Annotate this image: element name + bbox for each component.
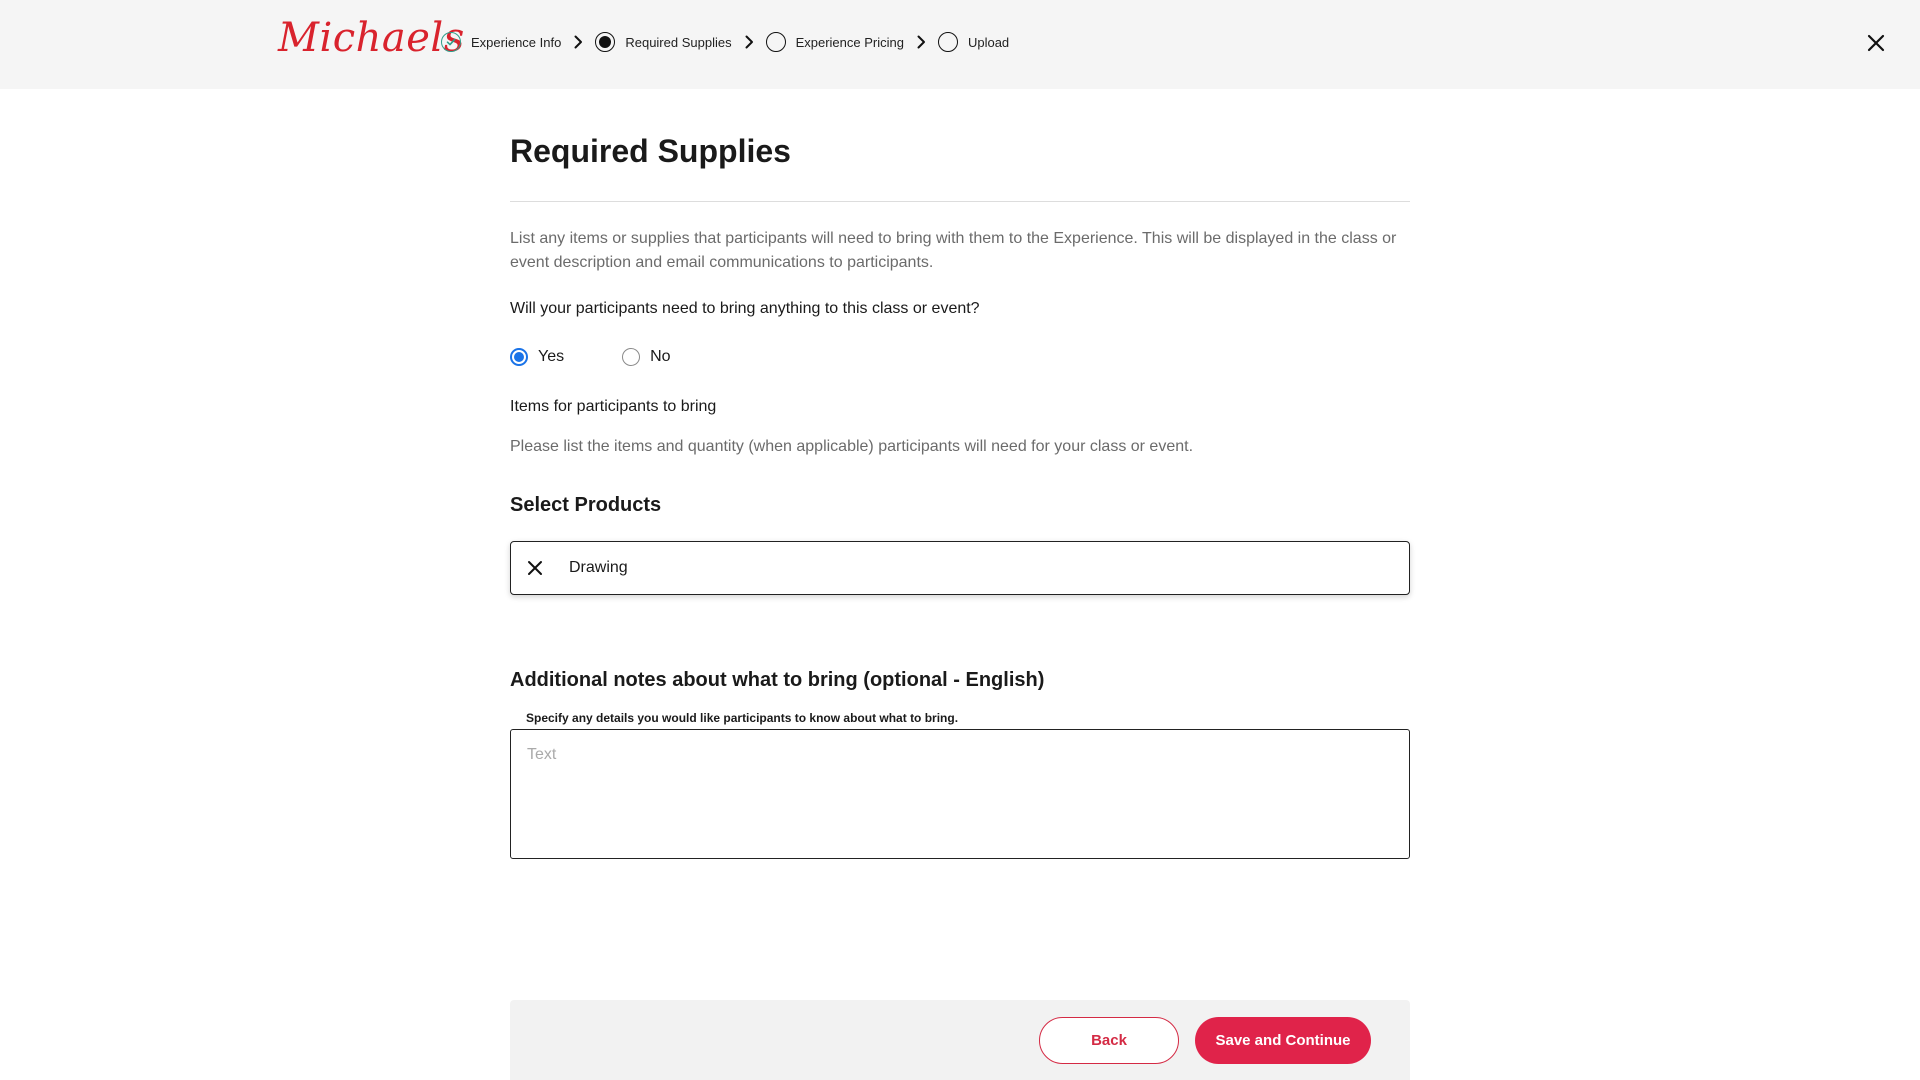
radio-button-checked[interactable] bbox=[510, 348, 528, 366]
chevron-right-icon bbox=[567, 32, 589, 52]
notes-textarea[interactable] bbox=[510, 729, 1410, 859]
clear-icon[interactable] bbox=[526, 559, 544, 577]
save-and-continue-button[interactable]: Save and Continue bbox=[1195, 1017, 1371, 1064]
empty-circle-icon bbox=[765, 32, 786, 52]
check-circle-icon bbox=[441, 32, 461, 52]
radio-yes[interactable]: Yes bbox=[510, 348, 564, 366]
product-search-box bbox=[510, 541, 1410, 595]
radio-yes-label: Yes bbox=[538, 348, 565, 365]
action-footer: Back Save and Continue bbox=[510, 1000, 1410, 1080]
step-experience-info[interactable]: Experience Info bbox=[441, 32, 561, 52]
close-icon[interactable] bbox=[1865, 32, 1887, 54]
radio-no[interactable]: No bbox=[622, 348, 671, 366]
chevron-right-icon bbox=[910, 32, 932, 52]
step-label: Required Supplies bbox=[625, 34, 732, 50]
radio-button[interactable] bbox=[622, 348, 641, 366]
step-required-supplies[interactable]: Required Supplies bbox=[595, 32, 732, 52]
step-experience-pricing[interactable]: Experience Pricing bbox=[765, 32, 904, 52]
progress-stepper: Experience Info Required Supplies Experi… bbox=[441, 31, 1009, 53]
step-label: Upload bbox=[967, 34, 1010, 50]
items-help-text: Please list the items and quantity (when… bbox=[510, 438, 1194, 455]
bring-radio-group: Yes No bbox=[510, 348, 671, 366]
step-label: Experience Info bbox=[471, 34, 562, 50]
page-title: Required Supplies bbox=[510, 133, 791, 169]
chevron-right-icon bbox=[738, 32, 760, 52]
select-products-title: Select Products bbox=[510, 494, 662, 516]
product-search-input[interactable] bbox=[569, 559, 1389, 577]
intro-text: List any items or supplies that particip… bbox=[510, 230, 1397, 271]
top-header: Michaels Experience Info Required Suppli… bbox=[0, 0, 1920, 89]
back-button[interactable]: Back bbox=[1039, 1017, 1179, 1064]
michaels-logo[interactable]: Michaels bbox=[278, 14, 465, 62]
notes-help-text: Specify any details you would like parti… bbox=[526, 711, 959, 725]
radio-no-label: No bbox=[650, 348, 671, 365]
step-upload[interactable]: Upload bbox=[937, 32, 1010, 52]
bring-question: Will your participants need to bring any… bbox=[510, 300, 980, 317]
filled-circle-icon bbox=[595, 32, 616, 52]
items-label: Items for participants to bring bbox=[510, 398, 717, 415]
notes-title: Additional notes about what to bring (op… bbox=[510, 669, 1045, 691]
empty-circle-icon bbox=[937, 32, 958, 52]
step-label: Experience Pricing bbox=[795, 34, 904, 50]
divider bbox=[510, 201, 1410, 202]
